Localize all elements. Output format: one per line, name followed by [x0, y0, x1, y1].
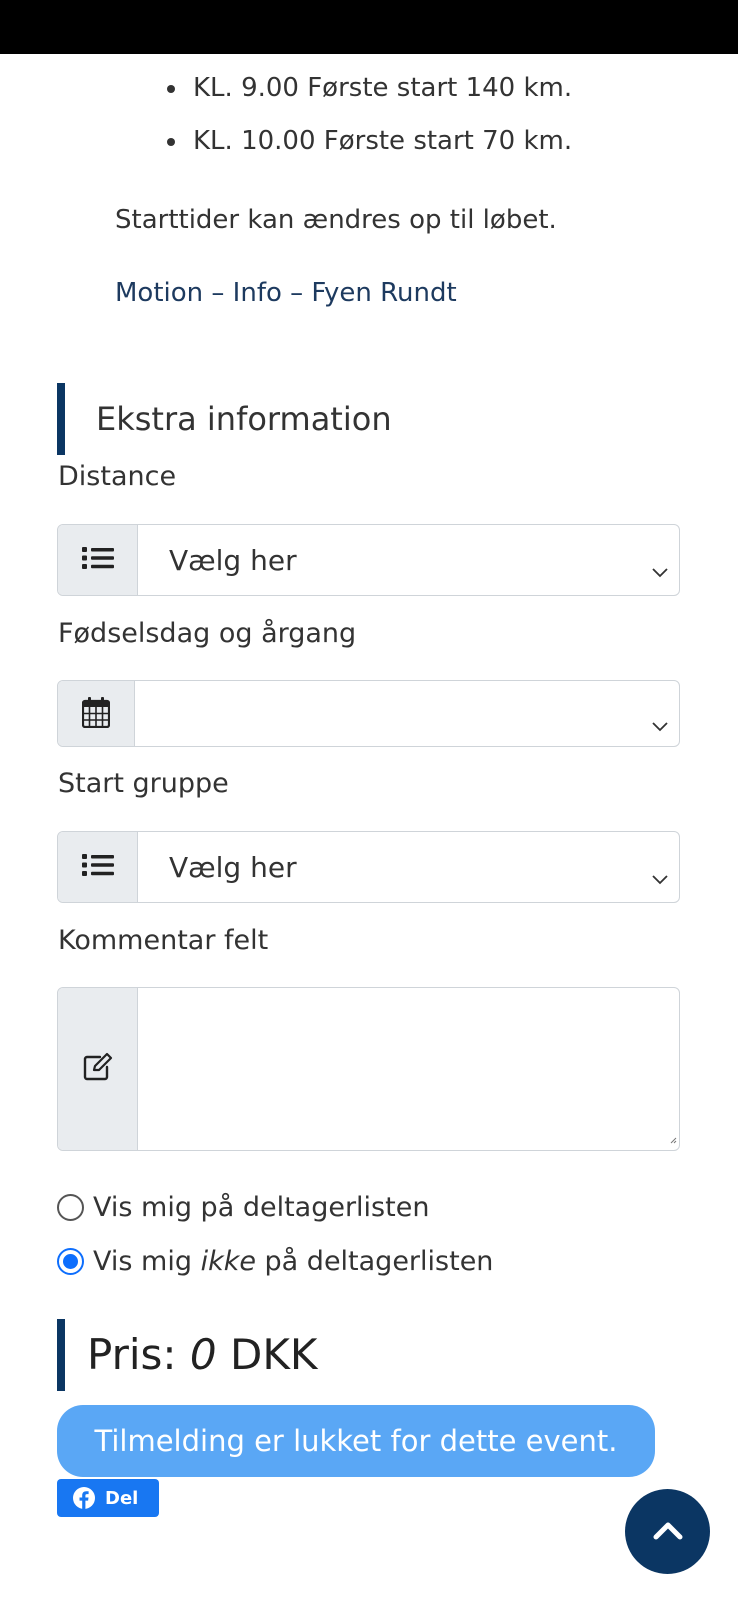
status-bar: [0, 0, 738, 54]
comment-textarea[interactable]: [138, 988, 679, 1150]
start-times-list: KL. 9.00 Første start 140 km. KL. 10.00 …: [165, 62, 572, 168]
resize-grip-icon[interactable]: [669, 1129, 677, 1148]
info-link[interactable]: Motion – Info – Fyen Rundt: [115, 278, 457, 308]
birthday-field[interactable]: [57, 680, 680, 747]
start-group-label: Start gruppe: [58, 768, 229, 799]
chevron-down-icon: [651, 860, 669, 893]
list-icon: [81, 545, 114, 575]
distance-select[interactable]: Vælg her: [138, 525, 679, 595]
registration-closed-button[interactable]: Tilmelding er lukket for dette event.: [57, 1405, 655, 1477]
edit-icon: [82, 1052, 114, 1086]
scroll-to-top-button[interactable]: [625, 1489, 710, 1574]
facebook-share-button[interactable]: Del: [57, 1479, 159, 1517]
chevron-down-icon: [651, 553, 669, 586]
price-heading: Pris: 0 DKK: [57, 1319, 317, 1391]
comment-label: Kommentar felt: [58, 925, 269, 956]
share-label: Del: [105, 1487, 139, 1509]
comment-addon: [58, 988, 138, 1150]
list-item: KL. 9.00 Første start 140 km.: [165, 62, 572, 115]
distance-field[interactable]: Vælg her: [57, 524, 680, 596]
start-time-note: Starttider kan ændres op til løbet.: [115, 205, 557, 235]
show-on-list-label: Vis mig på deltagerlisten: [93, 1192, 430, 1223]
birthday-label: Fødselsdag og årgang: [58, 618, 357, 649]
list-item: KL. 10.00 Første start 70 km.: [165, 115, 572, 168]
price-amount: 0: [189, 1330, 217, 1379]
price-currency: DKK: [216, 1330, 318, 1379]
birthday-addon: [58, 681, 135, 746]
hide-from-list-label: Vis mig ikke på deltagerlisten: [93, 1246, 494, 1277]
hide-from-list-option[interactable]: Vis mig ikke på deltagerlisten: [57, 1246, 493, 1277]
distance-select-value: Vælg her: [169, 543, 297, 577]
distance-label: Distance: [58, 461, 177, 492]
show-on-list-radio[interactable]: [57, 1194, 84, 1221]
chevron-up-icon: [653, 1520, 683, 1544]
start-group-select-value: Vælg her: [169, 850, 297, 884]
distance-addon: [58, 525, 138, 595]
birthday-select[interactable]: [135, 681, 679, 746]
price-prefix: Pris:: [87, 1330, 190, 1379]
start-group-select[interactable]: Vælg her: [138, 832, 679, 902]
calendar-icon: [81, 696, 111, 732]
chevron-down-icon: [651, 707, 669, 740]
list-icon: [81, 852, 114, 882]
hide-from-list-radio[interactable]: [57, 1248, 84, 1275]
facebook-icon: [73, 1487, 95, 1509]
start-group-addon: [58, 832, 138, 902]
comment-field[interactable]: [57, 987, 680, 1151]
show-on-list-option[interactable]: Vis mig på deltagerlisten: [57, 1192, 429, 1223]
section-heading-extra-information: Ekstra information: [57, 383, 392, 455]
start-group-field[interactable]: Vælg her: [57, 831, 680, 903]
